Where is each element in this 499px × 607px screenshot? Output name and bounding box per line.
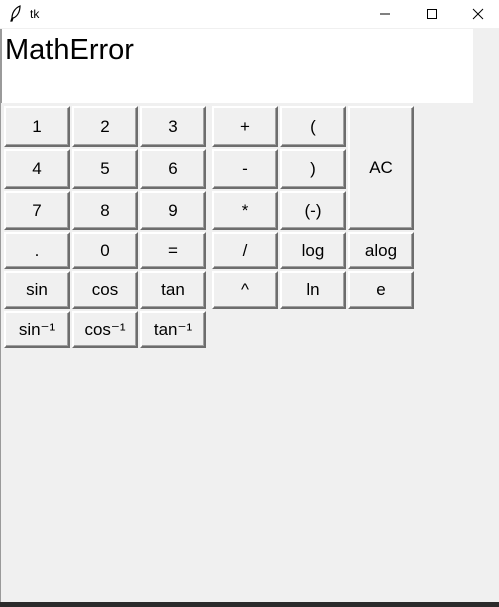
button-5[interactable]: 5 — [72, 149, 138, 189]
button-4[interactable]: 4 — [4, 149, 70, 189]
title-bar: tk — [0, 0, 499, 28]
button-e[interactable]: e — [348, 271, 414, 309]
button-alog[interactable]: alog — [348, 232, 414, 269]
button-multiply[interactable]: * — [212, 191, 278, 230]
button-0[interactable]: 0 — [72, 232, 138, 269]
button-8[interactable]: 8 — [72, 191, 138, 230]
button-cos[interactable]: cos — [72, 271, 138, 309]
button-3[interactable]: 3 — [140, 106, 206, 147]
button-sin[interactable]: sin — [4, 271, 70, 309]
tk-feather-icon — [10, 5, 21, 22]
button-7[interactable]: 7 — [4, 191, 70, 230]
minimize-button[interactable] — [362, 0, 408, 28]
button-log[interactable]: log — [280, 232, 346, 269]
button-tan[interactable]: tan — [140, 271, 206, 309]
window-title: tk — [30, 7, 40, 21]
button-6[interactable]: 6 — [140, 149, 206, 189]
button-2[interactable]: 2 — [72, 106, 138, 147]
button-left-paren[interactable]: ( — [280, 106, 346, 147]
button-1[interactable]: 1 — [4, 106, 70, 147]
maximize-icon — [427, 9, 437, 19]
button-divide[interactable]: / — [212, 232, 278, 269]
button-arctan[interactable]: tan⁻¹ — [140, 311, 206, 348]
calculator-display[interactable]: MathError — [1, 29, 473, 103]
button-arcsin[interactable]: sin⁻¹ — [4, 311, 70, 348]
button-arccos[interactable]: cos⁻¹ — [72, 311, 138, 348]
button-9[interactable]: 9 — [140, 191, 206, 230]
button-ln[interactable]: ln — [280, 271, 346, 309]
display-text: MathError — [5, 34, 134, 66]
button-negate[interactable]: (-) — [280, 191, 346, 230]
minimize-icon — [380, 13, 390, 15]
button-ac[interactable]: AC — [348, 106, 414, 230]
button-plus[interactable]: + — [212, 106, 278, 147]
button-right-paren[interactable]: ) — [280, 149, 346, 189]
close-button[interactable] — [455, 0, 499, 28]
maximize-button[interactable] — [409, 0, 455, 28]
window-border — [0, 29, 1, 602]
button-decimal[interactable]: . — [4, 232, 70, 269]
window-bottom-edge — [0, 602, 499, 607]
button-minus[interactable]: - — [212, 149, 278, 189]
button-power[interactable]: ^ — [212, 271, 278, 309]
close-icon — [472, 8, 484, 20]
button-equals[interactable]: = — [140, 232, 206, 269]
